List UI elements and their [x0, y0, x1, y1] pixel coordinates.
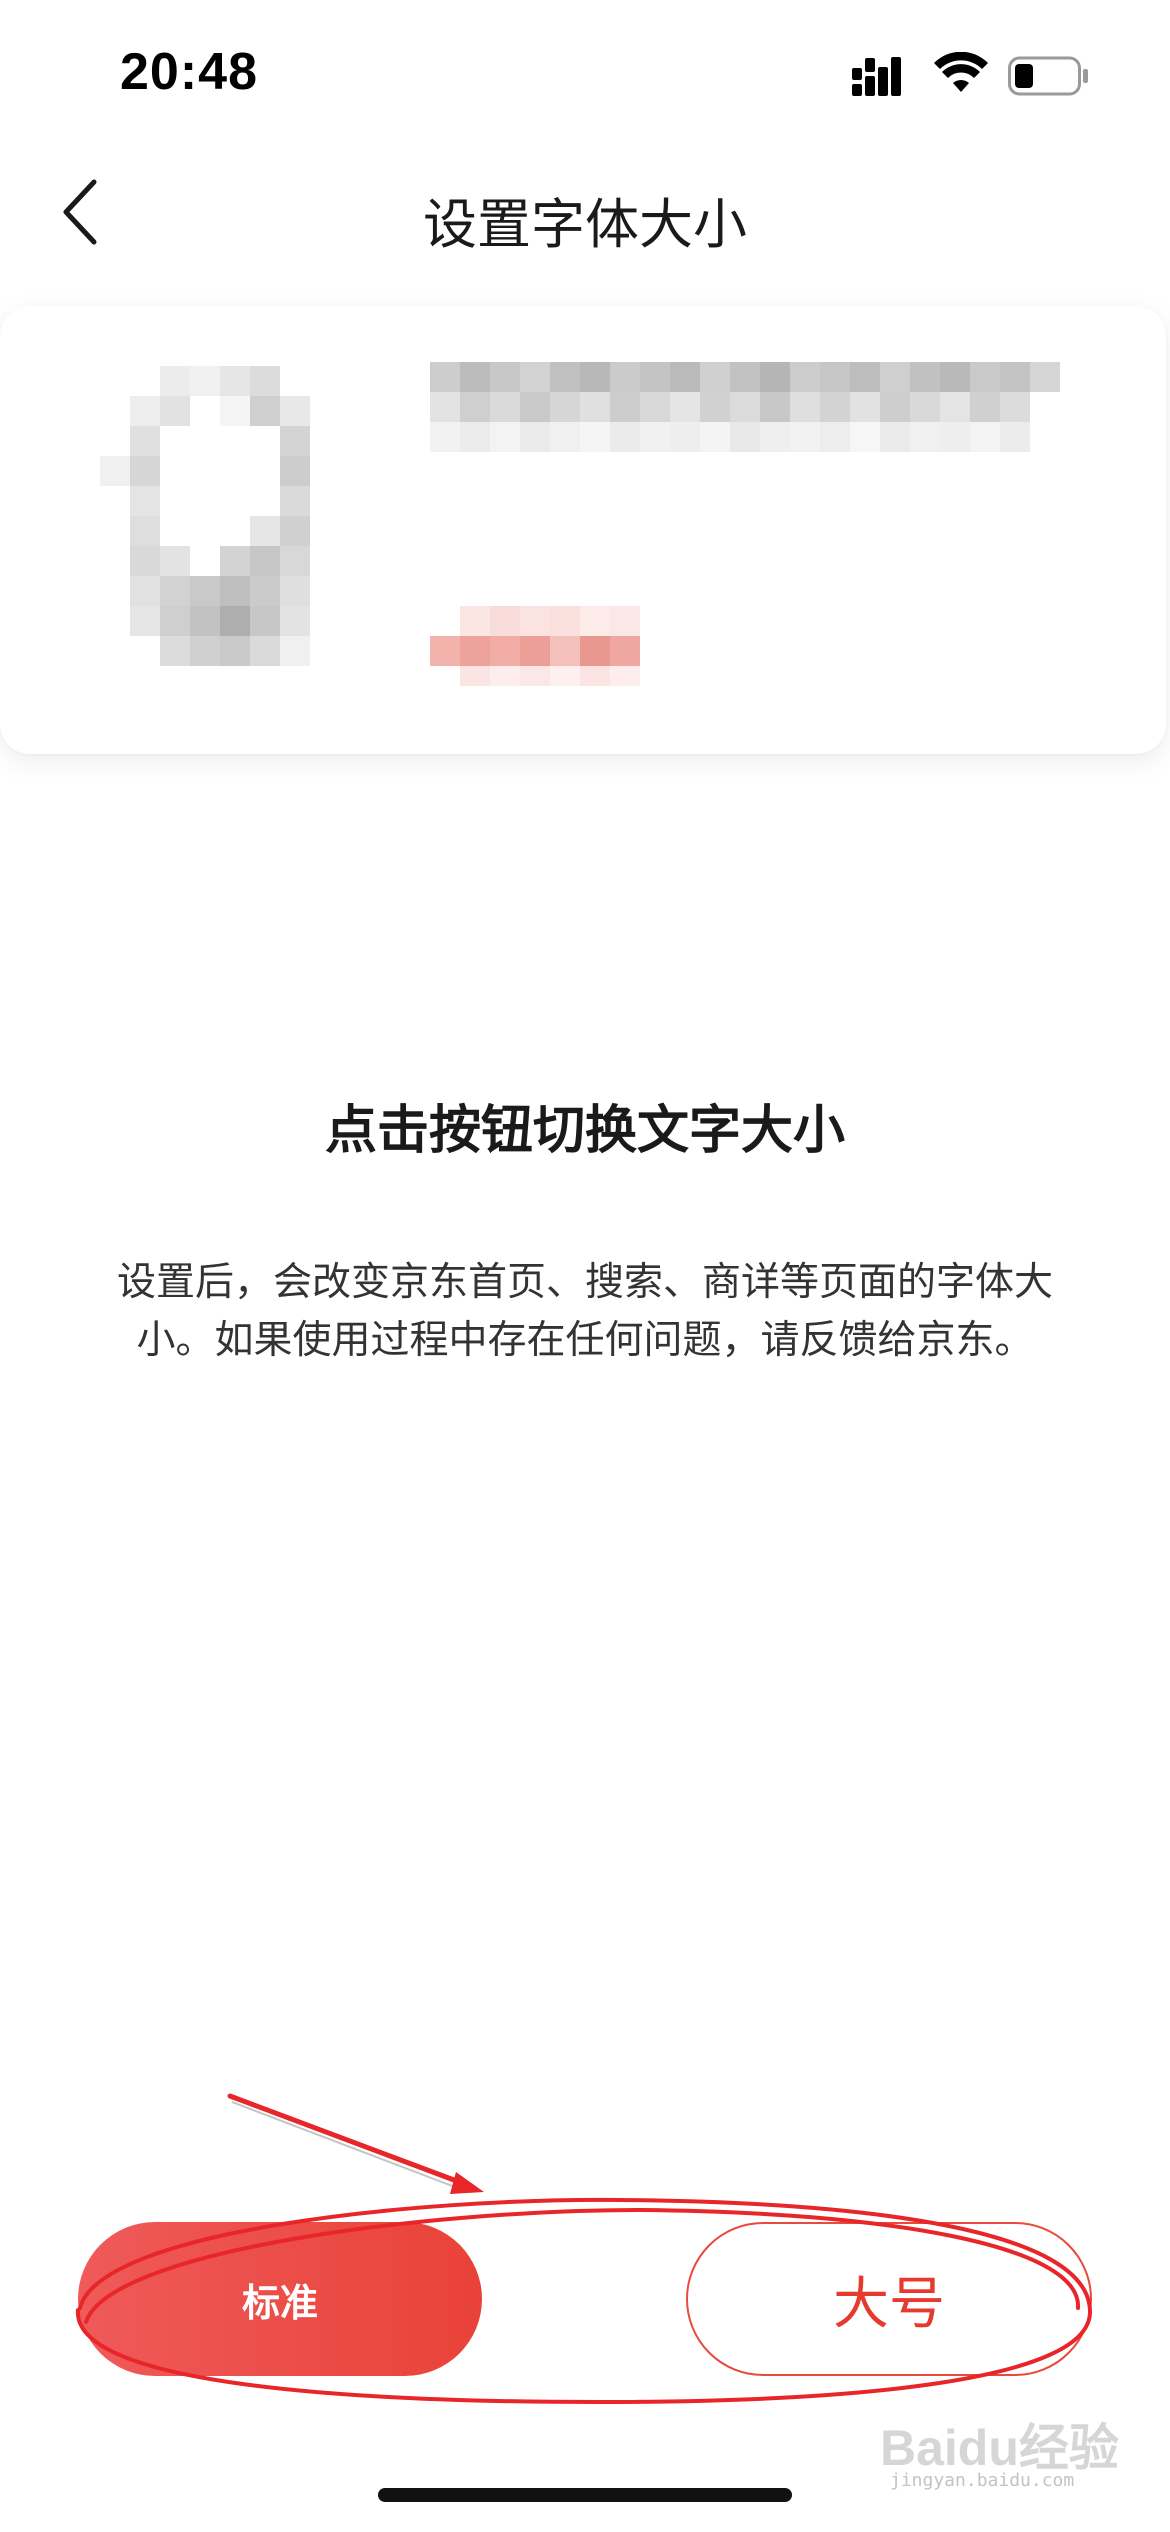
status-bar: 20:48	[0, 0, 1170, 150]
status-time: 20:48	[120, 43, 258, 101]
standard-size-button[interactable]: 标准	[78, 2222, 482, 2376]
home-indicator[interactable]	[378, 2488, 792, 2502]
blurred-price	[430, 606, 640, 686]
instruction-headline: 点击按钮切换文字大小	[324, 1101, 845, 1161]
battery-icon	[1008, 56, 1088, 96]
baidu-watermark: Baidu经验 jingyan.baidu.com	[880, 2400, 1130, 2491]
instruction-description: 设置后，会改变京东首页、搜索、商详等页面的字体大小。如果使用过程中存在任何问题，…	[116, 1260, 1053, 1363]
signal-icon	[852, 57, 901, 96]
nav-bar: 设置字体大小	[0, 150, 1170, 280]
large-size-button[interactable]: 大号	[686, 2222, 1092, 2376]
preview-card	[0, 306, 1166, 754]
wifi-icon	[934, 52, 988, 92]
blurred-product-image	[100, 366, 310, 666]
standard-size-label: 标准	[241, 2280, 318, 2325]
large-size-label: 大号	[833, 2271, 945, 2337]
watermark-url: jingyan.baidu.com	[890, 2470, 1075, 2491]
page-title: 设置字体大小	[423, 193, 747, 256]
blurred-product-title	[430, 362, 1060, 452]
annotation-arrow	[227, 2093, 484, 2194]
